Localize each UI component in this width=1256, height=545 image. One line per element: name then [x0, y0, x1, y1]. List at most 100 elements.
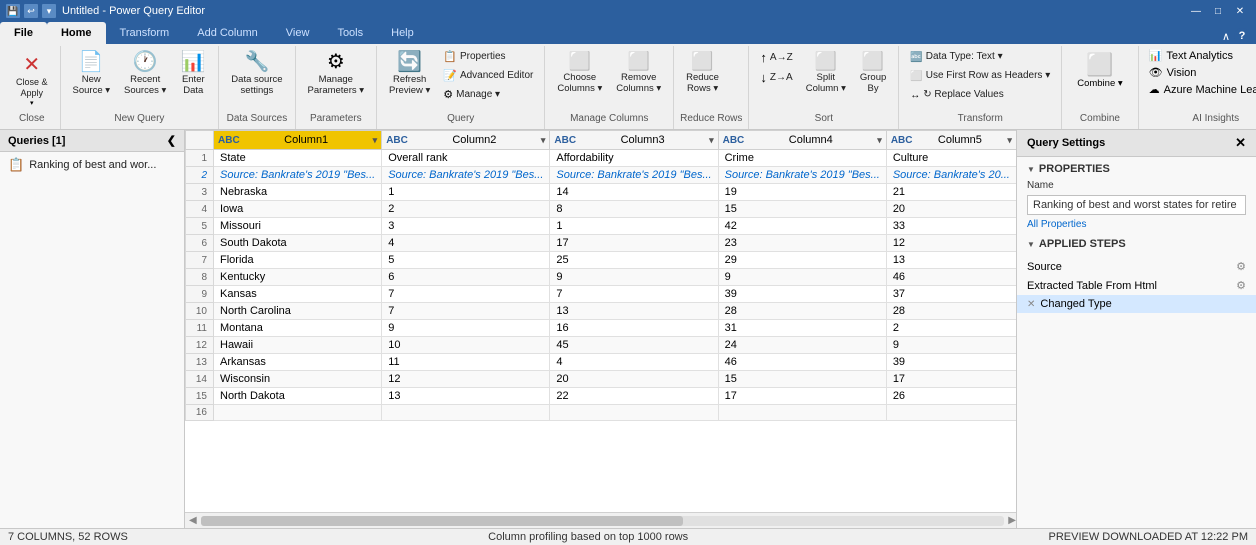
row-cell-col5[interactable]: 17 — [886, 371, 1016, 388]
reduce-rows-button[interactable]: ⬜ ReduceRows ▾ — [680, 48, 725, 99]
row-cell-col5[interactable]: 13 — [886, 252, 1016, 269]
remove-columns-button[interactable]: ⬜ RemoveColumns ▾ — [610, 48, 667, 99]
row-cell-col3[interactable]: 17 — [550, 235, 718, 252]
row-cell-col5[interactable]: 26 — [886, 388, 1016, 405]
row-cell-col5[interactable]: 46 — [886, 269, 1016, 286]
combine-button[interactable]: ⬜ Combine ▾ — [1068, 48, 1131, 93]
new-source-button[interactable]: 📄 NewSource ▾ — [67, 48, 117, 101]
close-apply-button[interactable]: ✕ Close &Apply ▾ — [10, 48, 54, 111]
row-cell-col5[interactable]: Culture — [886, 150, 1016, 167]
row-cell-col1[interactable]: Wisconsin — [214, 371, 382, 388]
manage-parameters-button[interactable]: ⚙ ManageParameters ▾ — [302, 48, 371, 101]
row-cell-col1[interactable]: Source: Bankrate's 2019 "Bes... — [214, 167, 382, 184]
save-icon[interactable]: 💾 — [6, 4, 20, 18]
data-source-settings-button[interactable]: 🔧 Data sourcesettings — [225, 48, 288, 101]
row-cell-col2[interactable]: Overall rank — [382, 150, 550, 167]
column3-header[interactable]: ABC Column3 ▾ — [550, 131, 718, 150]
all-properties-link[interactable]: All Properties — [1017, 217, 1256, 232]
replace-values-button[interactable]: ↔ ↻ Replace Values — [905, 86, 1055, 104]
queries-collapse-icon[interactable]: ❮ — [167, 134, 176, 147]
row-cell-col5[interactable]: 33 — [886, 218, 1016, 235]
row-cell-col2[interactable] — [382, 405, 550, 421]
row-cell-col2[interactable]: 7 — [382, 303, 550, 320]
row-cell-col5[interactable]: 21 — [886, 184, 1016, 201]
row-cell-col2[interactable]: 7 — [382, 286, 550, 303]
row-cell-col4[interactable]: 17 — [718, 388, 886, 405]
applied-step-0[interactable]: Source⚙ — [1017, 257, 1256, 276]
row-cell-col3[interactable]: 14 — [550, 184, 718, 201]
row-cell-col3[interactable]: 8 — [550, 201, 718, 218]
row-cell-col4[interactable]: 39 — [718, 286, 886, 303]
row-cell-col5[interactable]: 37 — [886, 286, 1016, 303]
row-cell-col1[interactable]: Arkansas — [214, 354, 382, 371]
row-cell-col4[interactable]: Crime — [718, 150, 886, 167]
row-cell-col3[interactable]: 1 — [550, 218, 718, 235]
row-cell-col1[interactable]: State — [214, 150, 382, 167]
col1-filter-icon[interactable]: ▾ — [373, 135, 378, 146]
row-cell-col2[interactable]: 13 — [382, 388, 550, 405]
col2-filter-icon[interactable]: ▾ — [541, 135, 546, 146]
recent-sources-button[interactable]: 🕐 RecentSources ▾ — [118, 48, 172, 101]
row-cell-col1[interactable]: Iowa — [214, 201, 382, 218]
tab-tools[interactable]: Tools — [323, 22, 377, 44]
row-cell-col4[interactable]: 42 — [718, 218, 886, 235]
row-cell-col1[interactable] — [214, 405, 382, 421]
properties-button[interactable]: 📋 Properties — [438, 48, 538, 66]
choose-columns-button[interactable]: ⬜ ChooseColumns ▾ — [551, 48, 608, 99]
row-cell-col2[interactable]: 1 — [382, 184, 550, 201]
row-cell-col2[interactable]: Source: Bankrate's 2019 "Bes... — [382, 167, 550, 184]
col3-filter-icon[interactable]: ▾ — [709, 135, 714, 146]
sort-descending-button[interactable]: ↓Z→A — [755, 68, 797, 87]
tab-home[interactable]: Home — [47, 22, 106, 44]
name-value[interactable]: Ranking of best and worst states for ret… — [1027, 195, 1246, 215]
row-cell-col3[interactable]: 22 — [550, 388, 718, 405]
row-cell-col4[interactable]: 9 — [718, 269, 886, 286]
row-cell-col3[interactable]: 20 — [550, 371, 718, 388]
query-item[interactable]: 📋 Ranking of best and wor... — [0, 152, 184, 178]
row-cell-col1[interactable]: Kansas — [214, 286, 382, 303]
row-cell-col4[interactable]: Source: Bankrate's 2019 "Bes... — [718, 167, 886, 184]
col5-filter-icon[interactable]: ▾ — [1007, 135, 1012, 146]
applied-step-1[interactable]: Extracted Table From Html⚙ — [1017, 276, 1256, 295]
grid-container[interactable]: ABC Column1 ▾ ABC Column2 ▾ — [185, 130, 1016, 512]
dropdown-icon[interactable]: ▾ — [42, 4, 56, 18]
row-cell-col3[interactable]: 25 — [550, 252, 718, 269]
row-cell-col2[interactable]: 6 — [382, 269, 550, 286]
row-cell-col5[interactable]: 2 — [886, 320, 1016, 337]
row-cell-col1[interactable]: Nebraska — [214, 184, 382, 201]
column4-header[interactable]: ABC Column4 ▾ — [718, 131, 886, 150]
row-cell-col3[interactable]: 7 — [550, 286, 718, 303]
row-cell-col3[interactable]: 13 — [550, 303, 718, 320]
row-cell-col5[interactable]: 28 — [886, 303, 1016, 320]
row-cell-col4[interactable] — [718, 405, 886, 421]
tab-transform[interactable]: Transform — [106, 22, 184, 44]
row-cell-col3[interactable]: 45 — [550, 337, 718, 354]
col4-filter-icon[interactable]: ▾ — [877, 135, 882, 146]
row-cell-col5[interactable]: 9 — [886, 337, 1016, 354]
applied-step-2[interactable]: ✕Changed Type — [1017, 295, 1256, 313]
settings-close-icon[interactable]: ✕ — [1235, 135, 1246, 151]
row-cell-col1[interactable]: Florida — [214, 252, 382, 269]
advanced-editor-button[interactable]: 📝 Advanced Editor — [438, 67, 538, 85]
row-cell-col1[interactable]: North Dakota — [214, 388, 382, 405]
row-cell-col3[interactable] — [550, 405, 718, 421]
horizontal-scrollbar[interactable]: ◀ ▶ — [185, 512, 1016, 528]
row-cell-col1[interactable]: Montana — [214, 320, 382, 337]
step-gear-icon[interactable]: ⚙ — [1236, 260, 1246, 273]
row-cell-col4[interactable]: 24 — [718, 337, 886, 354]
tab-add-column[interactable]: Add Column — [183, 22, 272, 44]
column1-header[interactable]: ABC Column1 ▾ — [214, 131, 382, 150]
manage-button[interactable]: ⚙ Manage ▾ — [438, 86, 538, 104]
use-first-row-button[interactable]: ⬜ Use First Row as Headers ▾ — [905, 67, 1055, 85]
row-cell-col4[interactable]: 31 — [718, 320, 886, 337]
row-cell-col5[interactable]: 20 — [886, 201, 1016, 218]
azure-ml-button[interactable]: ☁ Azure Machine Learning — [1145, 82, 1256, 97]
row-cell-col4[interactable]: 15 — [718, 371, 886, 388]
row-cell-col2[interactable]: 4 — [382, 235, 550, 252]
row-cell-col4[interactable]: 28 — [718, 303, 886, 320]
help-icon[interactable]: ? — [1234, 28, 1250, 44]
row-cell-col5[interactable]: 12 — [886, 235, 1016, 252]
row-cell-col1[interactable]: Kentucky — [214, 269, 382, 286]
row-cell-col2[interactable]: 5 — [382, 252, 550, 269]
row-cell-col5[interactable]: 39 — [886, 354, 1016, 371]
